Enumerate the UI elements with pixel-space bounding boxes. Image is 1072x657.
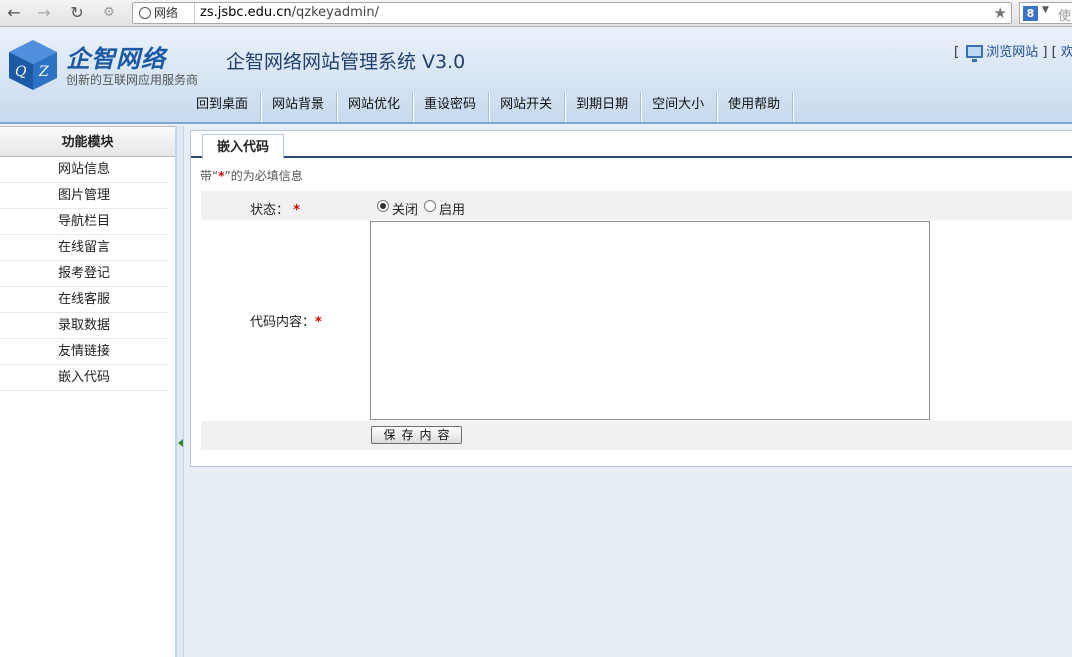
main-nav: 回到桌面 网站背景 网站优化 重设密码 网站开关 到期日期 空间大小 使用帮助 — [185, 92, 794, 122]
code-textarea[interactable] — [370, 221, 930, 420]
nav-space-size[interactable]: 空间大小 — [641, 92, 718, 122]
url-text[interactable]: zs.jsbc.edu.cn/qzkeyadmin/ — [200, 3, 379, 23]
search-engine-icon[interactable]: 8 — [1023, 6, 1038, 21]
status-on-radio[interactable] — [424, 200, 436, 212]
browse-site-link[interactable]: 浏览网站 — [986, 45, 1038, 60]
nav-site-switch[interactable]: 网站开关 — [489, 92, 566, 122]
code-label: 代码内容：* — [250, 315, 322, 330]
sidebar-item-registration[interactable]: 报考登记 — [0, 261, 168, 287]
address-bar[interactable]: 网络 zs.jsbc.edu.cn/qzkeyadmin/ ★ — [132, 2, 1012, 24]
site-info[interactable]: 网络 — [133, 3, 195, 23]
forward-arrow-icon[interactable]: → — [33, 3, 55, 23]
save-row: 保存内容 — [201, 421, 1072, 450]
svg-text:Q: Q — [15, 64, 27, 80]
sidebar-item-admission-data[interactable]: 录取数据 — [0, 313, 168, 339]
top-links: [ 浏览网站 ] [ 欢 — [954, 45, 1072, 62]
sidebar-item-images[interactable]: 图片管理 — [0, 183, 168, 209]
nav-desktop[interactable]: 回到桌面 — [185, 92, 262, 122]
reload-icon[interactable]: ↻ — [66, 3, 88, 23]
nav-site-background[interactable]: 网站背景 — [261, 92, 338, 122]
nav-reset-password[interactable]: 重设密码 — [413, 92, 490, 122]
logo-cube-icon: Q Z — [9, 40, 57, 90]
status-on-label[interactable]: 启用 — [439, 199, 465, 218]
nav-site-seo[interactable]: 网站优化 — [337, 92, 414, 122]
back-arrow-icon[interactable]: ← — [3, 3, 25, 23]
sidebar-item-nav-columns[interactable]: 导航栏目 — [0, 209, 168, 235]
site-header: Q Z 企智网络 创新的互联网应用服务商 企智网络网站管理系统 V3.0 [ 浏… — [0, 28, 1072, 124]
tab-bar: 嵌入代码 — [191, 131, 1072, 159]
chevron-down-icon[interactable]: ▼ — [1042, 5, 1049, 15]
nav-help[interactable]: 使用帮助 — [717, 92, 794, 122]
brand-name: 企智网络 — [66, 45, 166, 73]
brand-subtitle: 创新的互联网应用服务商 — [66, 73, 199, 87]
code-row: 代码内容：* — [201, 220, 1072, 421]
collapse-arrow-icon[interactable] — [178, 439, 183, 447]
search-box[interactable]: 8 ▼ 使 — [1019, 2, 1072, 24]
status-off-label[interactable]: 关闭 — [392, 199, 418, 218]
monitor-icon — [966, 45, 984, 62]
required-note: 带“*”的为必填信息 — [200, 169, 303, 183]
sidebar-item-support[interactable]: 在线客服 — [0, 287, 168, 313]
sidebar: 功能模块 网站信息 图片管理 导航栏目 在线留言 报考登记 在线客服 录取数据 … — [0, 126, 176, 657]
browser-toolbar: ← → ↻ ⚙ 网络 zs.jsbc.edu.cn/qzkeyadmin/ ★ … — [0, 0, 1072, 27]
tab-embed-code[interactable]: 嵌入代码 — [202, 134, 284, 159]
status-row: 状态： * 关闭 启用 — [201, 191, 1072, 220]
sidebar-item-links[interactable]: 友情链接 — [0, 339, 168, 365]
save-button[interactable]: 保存内容 — [371, 426, 462, 444]
content-panel: 嵌入代码 带“*”的为必填信息 状态： * 关闭 启用 代码内容：* 保存内容 — [190, 130, 1072, 467]
sidebar-splitter[interactable] — [176, 126, 184, 657]
system-title: 企智网络网站管理系统 V3.0 — [226, 51, 466, 73]
search-placeholder: 使 — [1058, 9, 1072, 24]
welcome-text: 欢 — [1060, 45, 1072, 60]
key-icon[interactable]: ⚙ — [98, 3, 120, 23]
sidebar-item-site-info[interactable]: 网站信息 — [0, 157, 168, 183]
bookmark-star-icon[interactable]: ★ — [994, 3, 1007, 23]
sidebar-item-messages[interactable]: 在线留言 — [0, 235, 168, 261]
status-off-radio[interactable] — [377, 200, 389, 212]
status-label: 状态： * — [250, 203, 300, 218]
nav-expiry-date[interactable]: 到期日期 — [565, 92, 642, 122]
svg-text:Z: Z — [38, 64, 49, 80]
sidebar-title: 功能模块 — [0, 126, 175, 157]
globe-icon — [139, 7, 151, 19]
sidebar-item-embed-code[interactable]: 嵌入代码 — [0, 365, 168, 391]
